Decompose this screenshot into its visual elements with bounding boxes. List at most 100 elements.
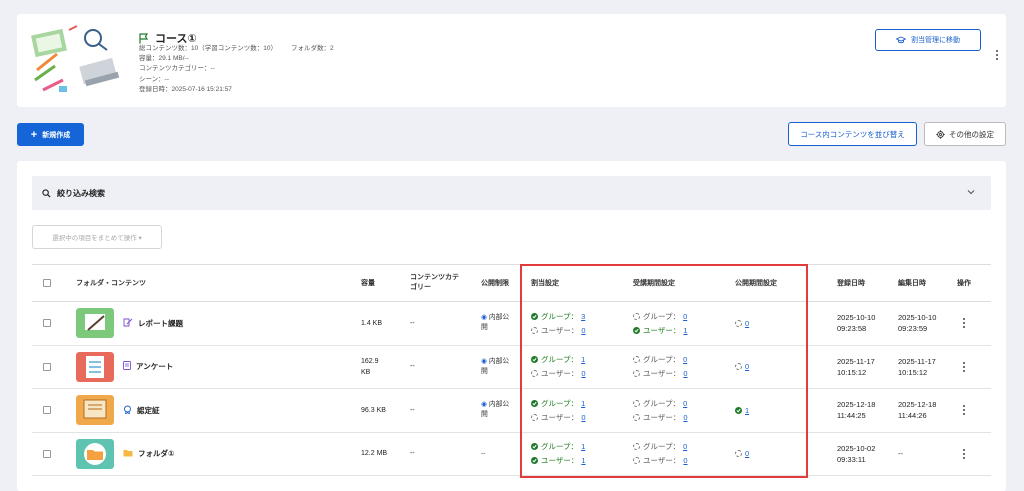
header-category-line1: コンテンツカテ bbox=[410, 274, 459, 281]
row-select-cell bbox=[43, 346, 51, 389]
category-cell: -- bbox=[410, 433, 415, 476]
row-select-cell bbox=[43, 389, 51, 432]
content-table: フォルダ・コンテンツ 容量 コンテンツカテ ゴリー 公開制限 割当設定 受講期間… bbox=[32, 264, 991, 476]
edited-date-line1: 2025-11-17 bbox=[898, 356, 936, 366]
capacity-cell: 96.3 KB bbox=[361, 389, 386, 432]
category-value: -- bbox=[410, 406, 415, 414]
content-name-wrap[interactable]: レポート課題 bbox=[123, 318, 183, 329]
created-date-line1: 2025-12-18 bbox=[837, 400, 876, 410]
created-date-line2: 09:33:11 bbox=[837, 454, 866, 464]
more-vertical-icon bbox=[963, 448, 965, 459]
capacity-value: 96.3 KB bbox=[361, 406, 386, 414]
bulk-action-button[interactable]: 選択中の項目をまとめて操作 ▾ bbox=[32, 225, 162, 249]
created-date: 2025-10-10 09:23:58 bbox=[837, 312, 875, 334]
table-row[interactable]: 認定証 96.3 KB -- ◉ 内部公開グループ： 1 ユーザー： 0 グループ： 0 ユーザー… bbox=[32, 389, 991, 433]
flag-icon bbox=[139, 32, 149, 43]
filter-search-bar[interactable]: 絞り込み検索 bbox=[32, 176, 991, 210]
table-row[interactable]: アンケート 162.9 KB -- ◉ 内部公開グループ： 1 ユーザー： 0 グループ： 0 ユー… bbox=[32, 346, 991, 389]
public-cell: -- bbox=[481, 433, 486, 476]
folder-icon bbox=[123, 449, 133, 459]
public-restriction-line2: 開 bbox=[481, 411, 488, 419]
content-name: レポート課題 bbox=[138, 318, 183, 328]
public-cell: ◉ 内部公開 bbox=[481, 389, 509, 432]
more-vertical-icon bbox=[963, 318, 965, 329]
header-public: 公開制限 bbox=[481, 280, 509, 287]
sort-contents-button[interactable]: コース内コンテンツを並び替え bbox=[788, 122, 917, 146]
new-create-button[interactable]: + 新規作成 bbox=[17, 123, 84, 146]
row-checkbox[interactable] bbox=[43, 449, 51, 458]
created-date: 2025-12-18 11:44:25 bbox=[837, 399, 875, 421]
bulk-action-label: 選択中の項目をまとめて操作 ▾ bbox=[52, 235, 142, 242]
edited-date-line1: 2025-12-18 bbox=[898, 400, 937, 410]
row-checkbox[interactable] bbox=[43, 319, 51, 328]
edited-cell: 2025-11-17 10:15:12 bbox=[898, 346, 936, 389]
created-cell: 2025-12-18 11:44:25 bbox=[837, 389, 875, 432]
course-header-card: コース① 総コンテンツ数：10（学習コンテンツ数：10） フォルダ数：2 容量：2… bbox=[17, 14, 1006, 107]
edited-date-line2: 11:44:26 bbox=[898, 411, 927, 421]
other-settings-label: その他の設定 bbox=[949, 129, 994, 139]
capacity-value: 12.2 MB bbox=[361, 450, 388, 458]
total-contents: 総コンテンツ数：10（学習コンテンツ数：10） bbox=[139, 45, 277, 52]
more-vertical-icon bbox=[996, 50, 998, 60]
category-value: -- bbox=[410, 363, 415, 371]
capacity-cell: 12.2 MB bbox=[361, 433, 387, 476]
select-all-checkbox[interactable] bbox=[43, 279, 51, 287]
eye-icon: ◉ bbox=[481, 357, 487, 365]
content-name-wrap[interactable]: フォルダ① bbox=[123, 448, 174, 459]
new-create-label: 新規作成 bbox=[42, 131, 71, 139]
other-settings-button[interactable]: その他の設定 bbox=[924, 122, 1006, 146]
edited-date-line1: 2025-10-10 bbox=[898, 313, 937, 323]
row-select-cell bbox=[43, 302, 51, 345]
header-category: コンテンツカテ ゴリー bbox=[410, 265, 459, 301]
edited-date: 2025-11-17 10:15:12 bbox=[898, 356, 936, 378]
folder-count: フォルダ数：2 bbox=[290, 45, 334, 52]
created-date-line1: 2025-11-17 bbox=[837, 356, 875, 366]
header-edited: 編集日時 bbox=[898, 280, 926, 287]
category-value: -- bbox=[410, 450, 415, 458]
public-restriction-line1: 内部公 bbox=[488, 401, 510, 409]
public-restriction-line2: 開 bbox=[481, 367, 488, 375]
row-checkbox[interactable] bbox=[43, 406, 51, 415]
chevron-down-icon[interactable] bbox=[967, 188, 975, 196]
eye-icon: ◉ bbox=[481, 401, 487, 409]
capacity: 容量：29.1 MB/-- bbox=[139, 55, 189, 63]
table-row[interactable]: フォルダ① 12.2 MB -- -- グループ： 1 ユーザー： 1 グループ： 0 ユーザー： 0… bbox=[32, 433, 991, 476]
created-cell: 2025-10-10 09:23:58 bbox=[837, 302, 875, 345]
table-row[interactable]: レポート課題 1.4 KB -- ◉ 内部公開グループ： 3 ユーザー： 0 グループ： 0 ユー… bbox=[32, 302, 991, 346]
filter-search-label: 絞り込み検索 bbox=[57, 188, 105, 198]
row-more-menu[interactable] bbox=[963, 346, 965, 389]
content-name-wrap[interactable]: 認定証 bbox=[123, 405, 160, 416]
plus-icon: + bbox=[30, 128, 38, 141]
row-more-menu[interactable] bbox=[963, 302, 965, 345]
settings-highlight-box bbox=[520, 264, 808, 478]
category-value: -- bbox=[410, 319, 415, 327]
edited-cell: -- bbox=[898, 433, 903, 476]
created-date-line2: 10:15:12 bbox=[837, 367, 867, 377]
table-body: レポート課題 1.4 KB -- ◉ 内部公開グループ： 3 ユーザー： 0 グループ： 0 ユー… bbox=[32, 302, 991, 476]
public-cell: ◉ 内部公開 bbox=[481, 346, 509, 389]
capacity-line2: KB bbox=[361, 368, 371, 376]
assign-management-button[interactable]: 割当管理に移動 bbox=[875, 29, 981, 51]
search-icon bbox=[42, 188, 51, 198]
created-cell: 2025-10-02 09:33:11 bbox=[837, 433, 875, 476]
course-thumbnail bbox=[29, 24, 125, 98]
content-name-wrap[interactable]: アンケート bbox=[123, 361, 173, 372]
content-thumbnail bbox=[76, 438, 114, 469]
edited-date: -- bbox=[898, 449, 903, 459]
row-more-menu[interactable] bbox=[963, 389, 965, 432]
created-date-line1: 2025-10-02 bbox=[837, 443, 876, 453]
row-checkbox[interactable] bbox=[43, 362, 51, 371]
content-list-card: 絞り込み検索 選択中の項目をまとめて操作 ▾ フォルダ・コンテンツ 容量 コンテ… bbox=[17, 161, 1006, 491]
content-cell: フォルダ① bbox=[76, 433, 174, 476]
edited-cell: 2025-10-10 09:23:59 bbox=[898, 302, 936, 345]
content-cell: アンケート bbox=[76, 346, 173, 389]
public-restriction: ◉ 内部公開 bbox=[481, 357, 509, 377]
registered-date: 登録日時：2025-07-16 15:21:57 bbox=[139, 85, 232, 93]
course-more-menu[interactable] bbox=[992, 48, 1002, 62]
capacity-value: 1.4 KB bbox=[361, 319, 383, 327]
capacity-cell: 162.9 KB bbox=[361, 346, 379, 389]
capacity-cell: 1.4 KB bbox=[361, 302, 382, 345]
row-more-menu[interactable] bbox=[963, 433, 965, 476]
assign-management-label: 割当管理に移動 bbox=[911, 37, 960, 44]
content-name: 認定証 bbox=[137, 405, 160, 415]
